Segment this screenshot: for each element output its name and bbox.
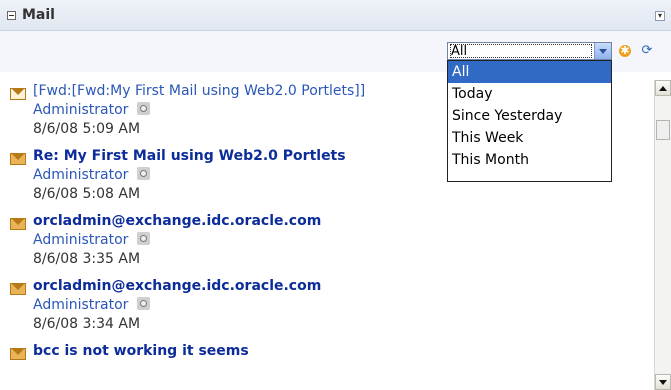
envelope-icon — [10, 153, 26, 165]
filter-option-this-week[interactable]: This Week — [448, 127, 611, 149]
mail-date: 8/6/08 3:34 AM — [33, 316, 141, 332]
select-focus-outline — [450, 44, 592, 58]
filter-option-all[interactable]: All — [448, 61, 611, 83]
mail-sender[interactable]: Administrator — [33, 232, 150, 248]
mail-subject[interactable]: orcladmin@exchange.idc.oracle.com — [33, 213, 321, 229]
mail-subject[interactable]: orcladmin@exchange.idc.oracle.com — [33, 278, 321, 294]
mail-sender-name[interactable]: Administrator — [33, 102, 128, 118]
mail-date: 8/6/08 5:08 AM — [33, 186, 141, 202]
portlet-menu-icon[interactable]: ▾ — [655, 11, 665, 21]
add-icon[interactable]: ✱ — [619, 45, 631, 57]
envelope-icon — [10, 218, 26, 230]
mail-sender[interactable]: Administrator — [33, 297, 150, 313]
portlet-header: Mail ▾ — [0, 0, 671, 31]
chevron-down-icon[interactable] — [594, 43, 611, 59]
envelope-icon — [10, 88, 26, 100]
presence-icon — [136, 297, 150, 310]
portlet-title: Mail — [22, 7, 55, 23]
collapse-icon[interactable] — [7, 11, 16, 20]
vertical-scrollbar[interactable] — [654, 80, 671, 390]
presence-icon — [136, 232, 150, 245]
mail-sender[interactable]: Administrator — [33, 167, 150, 183]
scroll-thumb[interactable] — [656, 120, 670, 140]
filter-option-since-yesterday[interactable]: Since Yesterday — [448, 105, 611, 127]
mail-sender-name[interactable]: Administrator — [33, 167, 128, 183]
envelope-icon — [10, 283, 26, 295]
mail-sender-name[interactable]: Administrator — [33, 297, 128, 313]
presence-icon — [136, 167, 150, 180]
filter-select-value: All — [451, 44, 468, 59]
mail-sender-name[interactable]: Administrator — [33, 232, 128, 248]
envelope-icon — [10, 348, 26, 360]
mail-sender[interactable]: Administrator — [33, 102, 150, 118]
mail-subject[interactable]: [Fwd:[Fwd:My First Mail using Web2.0 Por… — [33, 83, 365, 99]
presence-icon — [136, 102, 150, 115]
filter-option-this-month[interactable]: This Month — [448, 149, 611, 171]
scroll-down-icon[interactable] — [655, 374, 671, 390]
filter-dropdown-list: All Today Since Yesterday This Week This… — [447, 60, 612, 182]
refresh-icon[interactable]: ⟳ — [639, 44, 655, 58]
mail-subject[interactable]: bcc is not working it seems — [33, 343, 249, 359]
mail-subject[interactable]: Re: My First Mail using Web2.0 Portlets — [33, 148, 346, 164]
mail-date: 8/6/08 5:09 AM — [33, 121, 141, 137]
mail-date: 8/6/08 3:35 AM — [33, 251, 141, 267]
filter-select[interactable]: All — [447, 42, 612, 60]
filter-option-today[interactable]: Today — [448, 83, 611, 105]
scroll-up-icon[interactable] — [655, 80, 671, 96]
